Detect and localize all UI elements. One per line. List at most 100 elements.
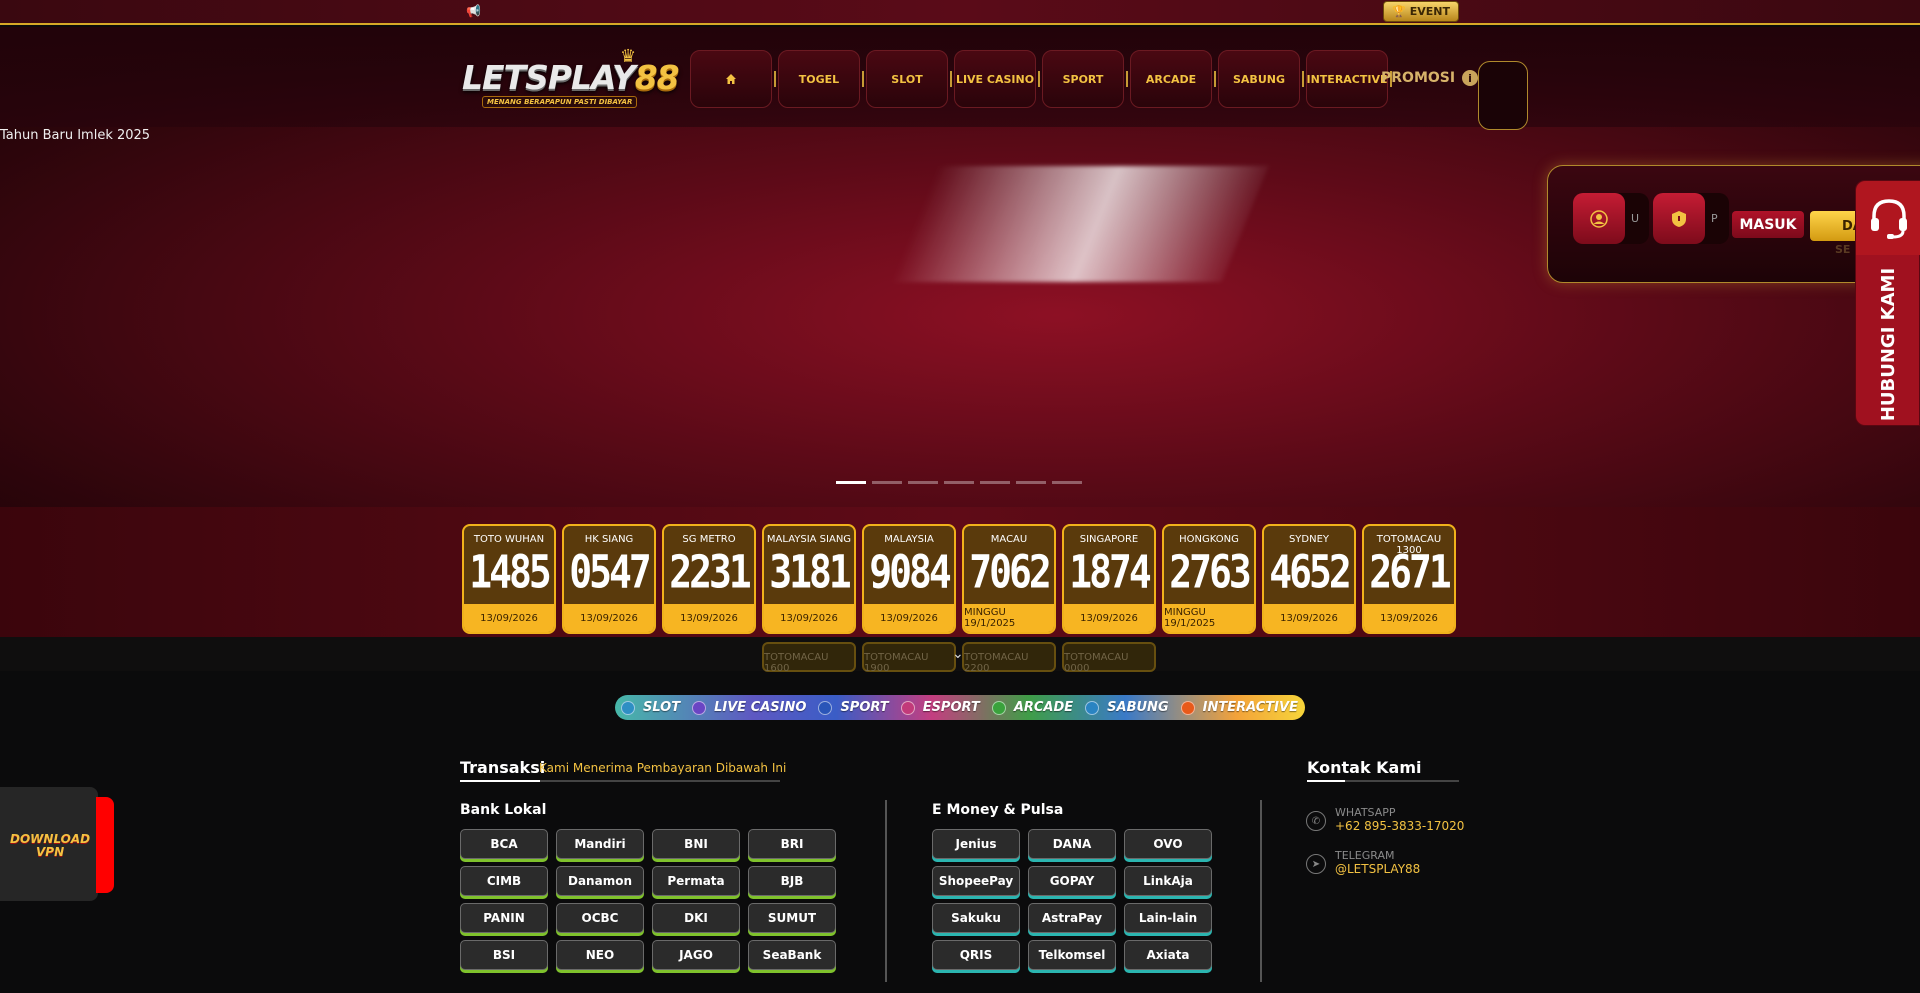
bank-button[interactable]: BSI — [460, 940, 548, 970]
forgot-password-link[interactable]: SE — [1835, 243, 1850, 256]
emoney-button[interactable]: QRIS — [932, 940, 1020, 970]
divider — [1307, 780, 1459, 782]
carousel-dot[interactable] — [908, 481, 938, 484]
bank-button[interactable]: NEO — [556, 940, 644, 970]
vpn-tab[interactable] — [96, 797, 114, 893]
result-card[interactable]: MACAU 7062 MINGGU 19/1/2025 — [962, 524, 1056, 634]
result-card-faded[interactable]: TOTOMACAU 2200 — [962, 642, 1056, 674]
carousel-dot[interactable] — [1016, 481, 1046, 484]
emoney-button[interactable]: Telkomsel — [1028, 940, 1116, 970]
nav-slot[interactable]: SLOT — [866, 50, 948, 108]
bank-button[interactable]: BCA — [460, 829, 548, 859]
nav-home[interactable] — [690, 50, 772, 108]
result-card-faded[interactable]: TOTOMACAU 0000 — [1062, 642, 1156, 674]
divider — [1260, 800, 1262, 982]
chevron-down-icon[interactable]: ⌄ — [952, 646, 964, 662]
emoney-button[interactable]: OVO — [1124, 829, 1212, 859]
whatsapp-contact[interactable]: ✆ WHATSAPP +62 895-3833-17020 — [1306, 806, 1464, 833]
emoney-button[interactable]: LinkAja — [1124, 866, 1212, 896]
result-card[interactable]: SG METRO 2231 13/09/2026 — [662, 524, 756, 634]
bank-button[interactable]: JAGO — [652, 940, 740, 970]
carousel-dot[interactable] — [944, 481, 974, 484]
bank-button[interactable]: OCBC — [556, 903, 644, 933]
category-sport[interactable]: SPORT — [812, 695, 894, 720]
sport-icon — [818, 700, 833, 715]
bank-button[interactable]: BRI — [748, 829, 836, 859]
user-icon — [1573, 193, 1625, 244]
interactive-icon — [1180, 700, 1195, 715]
category-interactive[interactable]: INTERACTIVE — [1175, 695, 1304, 720]
bank-button[interactable]: PANIN — [460, 903, 548, 933]
sabung-icon — [1085, 700, 1100, 715]
bank-lokal-title: Bank Lokal — [460, 802, 547, 818]
result-card-faded[interactable]: TOTOMACAU 1900 — [862, 642, 956, 674]
bank-button[interactable]: CIMB — [460, 866, 548, 896]
top-marquee-bar: 📢 🏆 EVENT — [0, 0, 1920, 25]
contact-us-tab[interactable]: HUBUNGI KAMI — [1855, 180, 1920, 426]
emoney-button[interactable]: Lain-lain — [1124, 903, 1212, 933]
esport-icon — [900, 700, 915, 715]
transaksi-subtitle: Kami Menerima Pembayaran Dibawah Ini — [539, 761, 787, 775]
bank-button[interactable]: SUMUT — [748, 903, 836, 933]
emoney-button[interactable]: AstraPay — [1028, 903, 1116, 933]
result-card[interactable]: TOTOMACAU 1300 2671 13/09/2026 — [1362, 524, 1456, 634]
divider — [885, 800, 887, 982]
main-nav: TOGEL SLOT LIVE CASINO SPORT ARCADE SABU… — [690, 50, 1394, 108]
emoney-button[interactable]: DANA — [1028, 829, 1116, 859]
emoney-button[interactable]: Jenius — [932, 829, 1020, 859]
password-field[interactable]: P — [1653, 193, 1729, 244]
username-field[interactable]: U — [1573, 193, 1649, 244]
bank-button[interactable]: BNI — [652, 829, 740, 859]
nav-togel[interactable]: TOGEL — [778, 50, 860, 108]
result-card[interactable]: SINGAPORE 1874 13/09/2026 — [1062, 524, 1156, 634]
info-icon[interactable]: i — [1462, 70, 1478, 86]
transaksi-title: Transaksi — [460, 758, 546, 777]
carousel-dot[interactable] — [836, 481, 866, 484]
nav-arcade[interactable]: ARCADE — [1130, 50, 1212, 108]
emoney-button[interactable]: Axiata — [1124, 940, 1212, 970]
event-button[interactable]: 🏆 EVENT — [1383, 1, 1459, 22]
nav-interactive[interactable]: INTERACTIVE — [1306, 50, 1388, 108]
header-widget[interactable] — [1478, 61, 1528, 130]
category-arcade[interactable]: ARCADE — [986, 695, 1079, 720]
result-card[interactable]: TOTO WUHAN 1485 13/09/2026 — [462, 524, 556, 634]
nav-sport[interactable]: SPORT — [1042, 50, 1124, 108]
category-esport[interactable]: ESPORT — [895, 695, 986, 720]
bank-button[interactable]: BJB — [748, 866, 836, 896]
result-card[interactable]: HK SIANG 0547 13/09/2026 — [562, 524, 656, 634]
lottery-results: TOTO WUHAN 1485 13/09/2026 HK SIANG 0547 13/… — [462, 524, 1456, 634]
nav-live-casino[interactable]: LIVE CASINO — [954, 50, 1036, 108]
download-vpn-widget[interactable]: DOWNLOAD VPN — [0, 787, 98, 901]
carousel-dot[interactable] — [872, 481, 902, 484]
carousel-dot[interactable] — [1052, 481, 1082, 484]
nav-promosi[interactable]: PROMOSI — [1381, 70, 1455, 86]
telegram-contact[interactable]: ➤ TELEGRAM @LETSPLAY88 — [1306, 849, 1420, 876]
result-card-faded[interactable]: TOTOMACAU 1600 — [762, 642, 856, 674]
result-card[interactable]: SYDNEY 4652 13/09/2026 — [1262, 524, 1356, 634]
emoney-title: E Money & Pulsa — [932, 802, 1064, 818]
bank-button[interactable]: Danamon — [556, 866, 644, 896]
result-card[interactable]: MALAYSIA 9084 13/09/2026 — [862, 524, 956, 634]
result-card[interactable]: MALAYSIA SIANG 3181 13/09/2026 — [762, 524, 856, 634]
result-card[interactable]: HONGKONG 2763 MINGGU 19/1/2025 — [1162, 524, 1256, 634]
bank-button[interactable]: SeaBank — [748, 940, 836, 970]
login-button[interactable]: MASUK — [1732, 211, 1804, 238]
carousel-dot[interactable] — [980, 481, 1010, 484]
category-slot[interactable]: SLOT — [615, 695, 686, 720]
live-casino-icon — [692, 700, 707, 715]
divider — [460, 780, 780, 782]
arcade-icon — [991, 700, 1006, 715]
emoney-button[interactable]: Sakuku — [932, 903, 1020, 933]
shield-icon — [1653, 193, 1705, 244]
category-live-casino[interactable]: LIVE CASINO — [686, 695, 812, 720]
emoney-button[interactable]: ShopeePay — [932, 866, 1020, 896]
carousel-dots — [836, 481, 1082, 484]
bank-button[interactable]: Permata — [652, 866, 740, 896]
bank-button[interactable]: DKI — [652, 903, 740, 933]
bank-button[interactable]: Mandiri — [556, 829, 644, 859]
emoney-button[interactable]: GOPAY — [1028, 866, 1116, 896]
category-sabung[interactable]: SABUNG — [1079, 695, 1174, 720]
page: 📢 🏆 EVENT ♛ LETSPLAY88 MENANG BERAPAPUN … — [0, 0, 1920, 993]
nav-sabung[interactable]: SABUNG — [1218, 50, 1300, 108]
site-logo[interactable]: ♛ LETSPLAY88 MENANG BERAPAPUN PASTI DIBA… — [460, 46, 680, 110]
